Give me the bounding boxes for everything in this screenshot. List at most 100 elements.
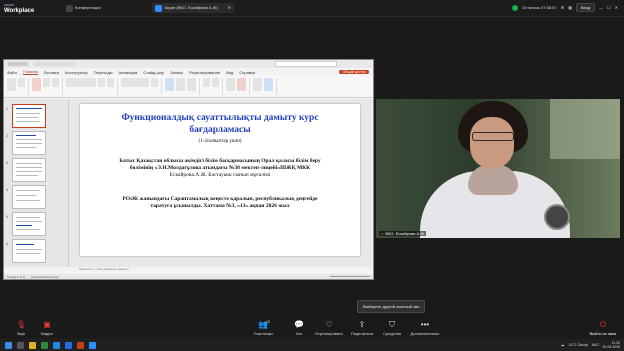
reactions-button[interactable]: ♡ Отреагировать <box>312 320 346 336</box>
language-indicator-tray[interactable]: КАЗ <box>592 343 598 347</box>
slide-body2-line2: таратуға ұсынылды. Хаттама №3, «13» ақпа… <box>150 203 290 209</box>
zoom-taskbar-icon[interactable] <box>89 341 96 349</box>
shield-tools-icon: ⛉ <box>389 320 395 329</box>
zoom-top-bar: zoom Workplace Конференции Экран (ВКО. Е… <box>0 0 624 17</box>
minimize-icon[interactable]: — <box>599 5 603 10</box>
slide-body1-line3: Ескайрова.А.Ж. Бастауыш сынып мұғалімі <box>169 172 271 178</box>
slide-body1-line2: бөлімінің «Э.Н.Молдағұлова атындағы №38 … <box>129 165 311 171</box>
system-tray: ☁ 14°C Cloudy КАЗ 11:34 20.04.2026 <box>561 339 620 351</box>
menu-home[interactable]: Главная <box>22 69 39 75</box>
chrome-icon[interactable] <box>41 341 48 349</box>
ribbon-drawing <box>165 78 200 95</box>
slide-body1-line1: Батыс Қазақстан облысы әкімдігі білім ба… <box>119 158 321 164</box>
host-tools-button[interactable]: ⛉ Средства <box>375 320 409 336</box>
participants-count: 15 <box>266 320 270 324</box>
conference-icon <box>66 4 73 12</box>
participant-name-label: ● ВКО. Ескайрова А.Ж <box>379 231 426 236</box>
menu-transitions[interactable]: Переходы <box>94 70 113 75</box>
brooch <box>544 204 570 230</box>
close-icon[interactable]: ✕ <box>228 3 231 13</box>
mic-muted-icon: ● <box>381 231 384 236</box>
participants-icon: 👥 <box>258 320 268 329</box>
menu-record[interactable]: Запись <box>170 70 183 75</box>
more-icon: ••• <box>420 320 430 329</box>
menu-design[interactable]: Конструктор <box>65 70 88 75</box>
leave-icon: ⏻ <box>599 320 607 329</box>
ppt-title-bar <box>4 60 373 68</box>
maximize-icon[interactable]: ☐ <box>607 5 611 10</box>
notes-pane[interactable]: Щелкните, чтобы добавить заметки <box>69 267 372 272</box>
start-icon[interactable] <box>5 341 12 349</box>
shared-powerpoint-window: Файл Главная Вставка Конструктор Переход… <box>3 59 374 280</box>
ppt-ribbon <box>4 76 373 98</box>
menu-insert[interactable]: Вставка <box>44 70 59 75</box>
explorer-icon[interactable] <box>29 341 36 349</box>
ppt-status-bar: Слайд 1 из 6 русский (Казахстан) <box>4 274 373 279</box>
slide-editor: Функционалдық сауаттылықты дамыту курс б… <box>69 99 372 267</box>
menu-animation[interactable]: Анимация <box>119 70 138 75</box>
zoom-logo: zoom Workplace <box>4 2 34 14</box>
meeting-toolbar: 🎙 Звук ▣ Видео 👥 Участники 15 💬 Чат ♡ От… <box>0 317 624 339</box>
slide-thumbnail-3[interactable] <box>12 158 46 182</box>
menu-slideshow[interactable]: Слайд-шоу <box>143 70 164 75</box>
top-right-controls: Осталось 07:58:07 ⚙ ▦ Вход — ☐ ✕ <box>512 3 618 12</box>
powerpoint-icon[interactable] <box>77 341 84 349</box>
edge-icon[interactable] <box>53 341 60 349</box>
search-icon[interactable] <box>17 341 24 349</box>
weather-text: 14°C Cloudy <box>568 343 589 347</box>
current-slide[interactable]: Функционалдық сауаттылықты дамыту курс б… <box>80 104 360 256</box>
settings-icon[interactable]: ⚙ <box>561 5 565 10</box>
slide-thumbnail-1[interactable] <box>12 104 46 128</box>
signin-button[interactable]: Вход <box>575 3 596 12</box>
heart-icon: ♡ <box>325 320 333 329</box>
slide-body2-line1: РОӘК жанындағы Сараптамалық кеңесте қара… <box>122 196 318 202</box>
ribbon-voice <box>226 78 250 95</box>
share-icon: ⇪ <box>358 320 366 329</box>
slide-thumbnails-pane[interactable]: 1 2 3 4 5 6 <box>4 99 69 267</box>
chat-icon: 💬 <box>294 320 304 329</box>
word-icon[interactable] <box>65 341 72 349</box>
window-close-icon[interactable]: ✕ <box>615 5 618 10</box>
slide-subtitle: (1-2сыныптар үшін) <box>198 139 242 144</box>
ribbon-paragraph <box>121 78 162 95</box>
ribbon-designer <box>253 78 277 95</box>
ribbon-font <box>66 78 118 95</box>
tab-conferences[interactable]: Конференции <box>66 3 101 13</box>
ribbon-clipboard <box>7 78 29 95</box>
slide-thumbnail-4[interactable] <box>12 185 46 209</box>
time-remaining: Осталось 07:58:07 <box>522 5 557 10</box>
grid-icon[interactable]: ▦ <box>568 5 572 10</box>
menu-view[interactable]: Вид <box>226 70 233 75</box>
tooltip: Выберите другой оконный зал <box>357 300 426 313</box>
tab-screen-share[interactable]: Экран (ВКО. Ескайрова А.Ж) ✕ <box>152 3 234 13</box>
share-screen-button[interactable]: ⇪ Поделиться <box>345 320 379 336</box>
zoom-slider[interactable] <box>330 276 370 277</box>
video-button[interactable]: ▣ Видео <box>30 320 64 336</box>
slide-title-line1: Функционалдық сауаттылықты дамыту курс <box>121 113 319 123</box>
chat-button[interactable]: 💬 Чат <box>282 320 316 336</box>
screen-icon <box>155 4 162 12</box>
menu-file[interactable]: Файл <box>7 70 17 75</box>
slide-thumbnail-5[interactable] <box>12 212 46 236</box>
participants-button[interactable]: 👥 Участники <box>246 320 280 336</box>
participant-video[interactable]: ● ВКО. Ескайрова А.Ж <box>376 99 620 238</box>
menu-help[interactable]: Справка <box>239 70 255 75</box>
more-button[interactable]: ••• Дополнительно <box>408 320 442 336</box>
clock[interactable]: 11:34 20.04.2026 <box>602 341 620 349</box>
shield-icon <box>512 4 519 11</box>
slide-counter: Слайд 1 из 6 <box>7 274 25 279</box>
ribbon-editing <box>203 78 223 95</box>
menu-review[interactable]: Рецензирование <box>189 70 220 75</box>
camera-off-icon: ▣ <box>43 320 51 329</box>
slide-title-line2: бағдарламасы <box>189 125 251 135</box>
leave-button[interactable]: ⏻ Выйти из зала <box>588 320 618 336</box>
ribbon-slides <box>32 78 63 95</box>
weather-icon: ☁ <box>560 343 565 347</box>
slide-thumbnail-2[interactable] <box>12 131 46 155</box>
slide-thumbnail-6[interactable] <box>12 239 46 263</box>
ppt-menu-bar: Файл Главная Вставка Конструктор Переход… <box>4 68 373 76</box>
windows-taskbar: ☁ 14°C Cloudy КАЗ 11:34 20.04.2026 <box>0 339 624 351</box>
language-indicator: русский (Казахстан) <box>30 274 59 279</box>
share-button[interactable]: Общий доступ <box>339 70 369 74</box>
zoom-logo-bottom: Workplace <box>4 8 35 14</box>
